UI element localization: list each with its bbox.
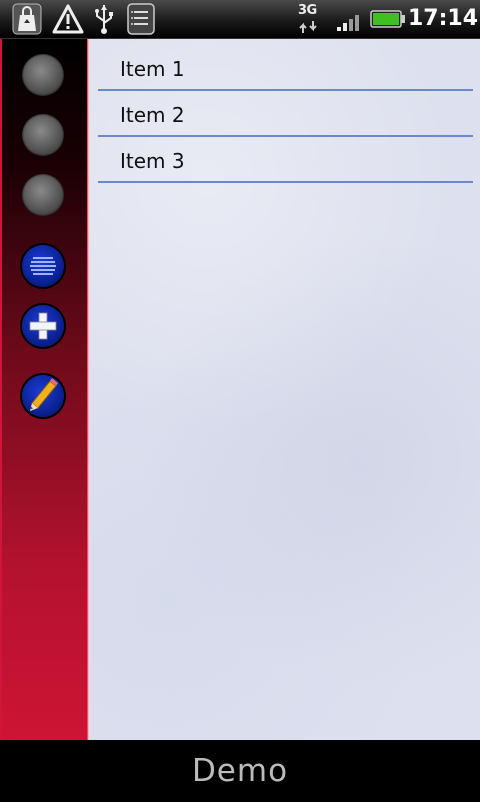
sidebar xyxy=(0,39,87,740)
shopping-bag-icon[interactable] xyxy=(12,3,42,35)
usb-icon[interactable] xyxy=(92,3,116,35)
status-bar: 3G 17:14 xyxy=(0,0,480,39)
app-title: Demo xyxy=(191,753,289,789)
list-item[interactable]: Item 2 xyxy=(98,93,473,137)
add-button[interactable] xyxy=(22,305,64,347)
sidebar-button-2[interactable] xyxy=(22,114,64,156)
list-view-button[interactable] xyxy=(22,245,64,287)
pencil-icon xyxy=(30,378,58,411)
lines-icon xyxy=(30,257,56,275)
notes-icon[interactable] xyxy=(126,3,156,35)
title-bar: Demo xyxy=(0,740,480,800)
list-view: Item 1 Item 2 Item 3 xyxy=(90,39,480,740)
battery-icon xyxy=(370,10,405,28)
warning-icon[interactable] xyxy=(52,3,84,35)
edit-button[interactable] xyxy=(22,375,64,417)
3g-data-icon: 3G xyxy=(296,3,326,35)
signal-icon xyxy=(337,15,359,31)
list-item[interactable]: Item 1 xyxy=(98,47,473,91)
list-item-label: Item 1 xyxy=(120,57,185,81)
list-item[interactable]: Item 3 xyxy=(98,139,473,183)
sidebar-button-1[interactable] xyxy=(22,54,64,96)
clock: 17:14 xyxy=(408,6,479,31)
plus-icon xyxy=(29,312,57,340)
sidebar-button-3[interactable] xyxy=(22,174,64,216)
list-item-label: Item 2 xyxy=(120,103,185,127)
list-item-label: Item 3 xyxy=(120,149,185,173)
